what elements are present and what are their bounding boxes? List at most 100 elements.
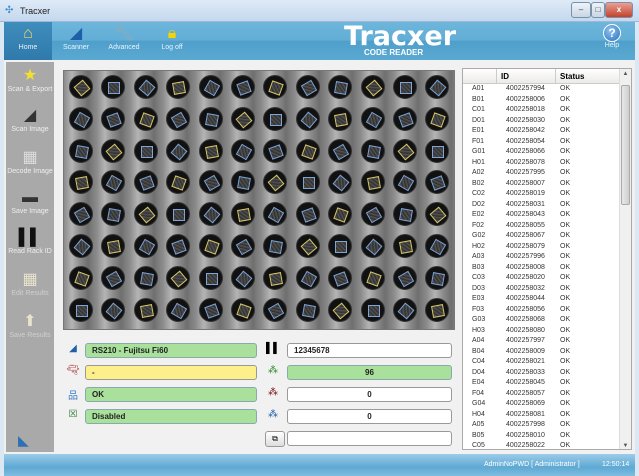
table-row[interactable]: B04 4002258009 OK (463, 347, 631, 358)
table-row[interactable]: F04 4002258057 OK (463, 389, 631, 400)
rack-tube[interactable] (101, 202, 126, 227)
log-off-button[interactable]: 🔒︎ Log off (148, 22, 196, 60)
rack-tube[interactable] (295, 234, 320, 258)
copy-field[interactable] (287, 431, 452, 446)
rack-tube[interactable] (133, 106, 158, 131)
scanner-button[interactable]: ◢ Scanner (52, 22, 100, 60)
sidebar-item-edit-results[interactable]: ▦ Edit Results (6, 270, 54, 297)
rack-tube[interactable] (393, 75, 417, 99)
table-row[interactable]: E01 4002258042 OK (463, 126, 631, 137)
rack-tube[interactable] (198, 106, 223, 131)
table-row[interactable]: C02 4002258019 OK (463, 189, 631, 200)
rack-tube[interactable] (263, 106, 288, 131)
rack-tube[interactable] (425, 106, 450, 131)
rack-tube[interactable] (166, 75, 191, 99)
rack-tube[interactable] (69, 202, 93, 227)
rack-tube[interactable] (101, 265, 126, 290)
rack-tube[interactable] (133, 265, 158, 290)
table-row[interactable]: D04 4002258033 OK (463, 368, 631, 379)
table-row[interactable]: F01 4002258054 OK (463, 137, 631, 148)
rack-tube[interactable] (101, 234, 126, 258)
table-row[interactable]: B02 4002258007 OK (463, 179, 631, 190)
rack-tube[interactable] (69, 297, 93, 322)
table-row[interactable]: A01 4002257994 OK (463, 84, 631, 95)
rack-tube[interactable] (295, 170, 320, 195)
rack-tube[interactable] (166, 138, 191, 163)
rack-tube[interactable] (360, 170, 385, 195)
rack-tube[interactable] (101, 75, 126, 99)
rack-tube[interactable] (166, 234, 191, 258)
rack-tube[interactable] (295, 297, 320, 322)
table-row[interactable]: B05 4002258010 OK (463, 431, 631, 442)
table-row[interactable]: G02 4002258067 OK (463, 231, 631, 242)
rack-tube[interactable] (231, 297, 255, 322)
column-header-id[interactable]: ID (501, 72, 509, 81)
table-row[interactable]: E03 4002258044 OK (463, 294, 631, 305)
rack-tube[interactable] (198, 202, 223, 227)
table-row[interactable]: E04 4002258045 OK (463, 378, 631, 389)
rack-tube[interactable] (133, 297, 158, 322)
rack-tube[interactable] (360, 75, 385, 99)
table-row[interactable]: G03 4002258068 OK (463, 315, 631, 326)
close-button[interactable]: x (605, 2, 633, 18)
rack-tube[interactable] (295, 202, 320, 227)
rack-tube[interactable] (425, 202, 450, 227)
maximize-button[interactable]: □ (591, 2, 605, 18)
table-row[interactable]: H04 4002258081 OK (463, 410, 631, 421)
rack-tube[interactable] (425, 138, 450, 163)
sidebar-item-decode-image[interactable]: ▦ Decode Image (6, 148, 54, 175)
rack-tube[interactable] (69, 234, 93, 258)
table-scrollbar[interactable]: ▲ ▼ (619, 69, 631, 449)
rack-tube[interactable] (328, 234, 353, 258)
rack-tube[interactable] (263, 234, 288, 258)
table-row[interactable]: F03 4002258056 OK (463, 305, 631, 316)
rack-tube[interactable] (69, 265, 93, 290)
table-row[interactable]: G04 4002258069 OK (463, 399, 631, 410)
rack-tube[interactable] (328, 265, 353, 290)
rack-tube[interactable] (393, 234, 417, 258)
rack-tube[interactable] (328, 170, 353, 195)
rack-tube[interactable] (360, 202, 385, 227)
column-header-status[interactable]: Status (560, 72, 584, 81)
table-row[interactable]: C04 4002258021 OK (463, 357, 631, 368)
rack-tube[interactable] (328, 75, 353, 99)
table-row[interactable]: A02 4002257995 OK (463, 168, 631, 179)
rack-tube[interactable] (133, 75, 158, 99)
rack-tube[interactable] (263, 138, 288, 163)
rack-tube[interactable] (166, 265, 191, 290)
rack-tube[interactable] (198, 234, 223, 258)
table-row[interactable]: H03 4002258080 OK (463, 326, 631, 337)
table-row[interactable]: B01 4002258006 OK (463, 95, 631, 106)
rack-tube[interactable] (425, 297, 450, 322)
rack-tube[interactable] (425, 170, 450, 195)
sidebar-item-scan-export[interactable]: ★ Scan & Export (6, 66, 54, 93)
table-row[interactable]: C05 4002258022 OK (463, 441, 631, 449)
rack-tube[interactable] (69, 106, 93, 131)
home-button[interactable]: ⌂ Home (4, 22, 52, 60)
scroll-up-icon[interactable]: ▲ (620, 71, 631, 77)
scroll-down-icon[interactable]: ▼ (620, 443, 631, 449)
advanced-button[interactable]: 🔧︎ Advanced (100, 22, 148, 60)
rack-tube[interactable] (263, 170, 288, 195)
rack-tube[interactable] (425, 75, 450, 99)
rack-tube[interactable] (393, 138, 417, 163)
rack-tube[interactable] (69, 170, 93, 195)
rack-tube[interactable] (295, 138, 320, 163)
rack-tube[interactable] (295, 265, 320, 290)
rack-tube[interactable] (360, 297, 385, 322)
rack-tube[interactable] (295, 106, 320, 131)
table-row[interactable]: F02 4002258055 OK (463, 221, 631, 232)
table-row[interactable]: E02 4002258043 OK (463, 210, 631, 221)
rack-tube[interactable] (263, 75, 288, 99)
rack-tube[interactable] (328, 106, 353, 131)
rack-tube[interactable] (231, 138, 255, 163)
table-row[interactable]: A05 4002257998 OK (463, 420, 631, 431)
table-row[interactable]: B03 4002258008 OK (463, 263, 631, 274)
rack-tube[interactable] (425, 265, 450, 290)
sidebar-item-scan-image[interactable]: ◢ Scan Image (6, 106, 54, 133)
rack-tube[interactable] (328, 202, 353, 227)
rack-tube[interactable] (69, 75, 93, 99)
rack-tube[interactable] (198, 75, 223, 99)
rack-tube[interactable] (198, 138, 223, 163)
rack-tube[interactable] (101, 138, 126, 163)
